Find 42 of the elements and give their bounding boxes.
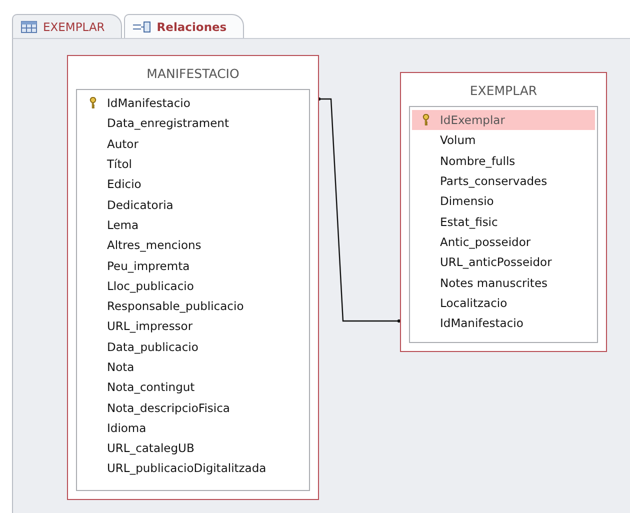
field-row[interactable]: URL_anticPosseidor bbox=[412, 252, 595, 272]
field-row[interactable]: Peu_impremta bbox=[79, 255, 307, 276]
field-row[interactable]: Dedicatoria bbox=[79, 194, 307, 215]
table-title: MANIFESTACIO bbox=[146, 65, 240, 83]
field-row[interactable]: Altres_mencions bbox=[79, 235, 307, 256]
tab-label: Relaciones bbox=[156, 20, 227, 34]
tab[interactable]: EXEMPLAR bbox=[12, 14, 122, 39]
field-row[interactable]: Estat_fisic bbox=[412, 211, 595, 232]
table-window[interactable] bbox=[67, 55, 319, 500]
field-row[interactable]: Idioma bbox=[79, 418, 307, 438]
field-row[interactable]: Nota_contingut bbox=[79, 377, 307, 398]
field-row[interactable]: Volum bbox=[412, 130, 595, 151]
relationships-icon bbox=[132, 21, 151, 33]
field-row[interactable]: Antic_posseidor bbox=[412, 232, 595, 252]
field-row[interactable]: Nota_descripcioFisica bbox=[79, 397, 307, 418]
field-row[interactable]: Autor bbox=[79, 134, 307, 154]
field-row[interactable]: URL_impressor bbox=[79, 316, 307, 337]
key-icon bbox=[422, 114, 430, 126]
field-row[interactable]: Data_publicacio bbox=[79, 336, 307, 357]
field-row[interactable]: URL_catalegUB bbox=[79, 438, 307, 458]
table-window[interactable]: EXEMPLAR IdExemplar Volum Nombre_fulls Parts_conservades Dimensio Estat_fisic Antic_posseidor URL_anticPosseidor Notes manuscrites Localitzacio IdManifestacio bbox=[400, 72, 607, 352]
field-row[interactable]: IdManifestacio bbox=[412, 312, 595, 334]
field-row[interactable]: IdManifestacio bbox=[79, 93, 307, 114]
field-row[interactable]: Responsable_publicacio bbox=[79, 296, 307, 316]
field-row[interactable]: Nota bbox=[79, 356, 307, 378]
field-row[interactable]: Nombre_fulls bbox=[412, 150, 595, 171]
field-row[interactable]: Localitzacio bbox=[412, 292, 595, 313]
tab[interactable]: Relaciones bbox=[124, 14, 244, 39]
field-row[interactable]: Notes manuscrites bbox=[412, 272, 595, 293]
table-icon bbox=[21, 21, 37, 33]
field-row[interactable]: Lloc_publicacio bbox=[79, 276, 307, 296]
field-row[interactable]: Lema bbox=[79, 214, 307, 236]
field-row[interactable]: URL_publicacioDigitalitzada bbox=[79, 458, 307, 479]
tab-label: EXEMPLAR bbox=[43, 20, 105, 34]
field-row[interactable]: Data_enregistrament bbox=[79, 113, 307, 134]
field-row[interactable]: Dimensio bbox=[412, 191, 595, 212]
field-row[interactable]: Edicio bbox=[79, 174, 307, 194]
table-title: EXEMPLAR bbox=[468, 82, 538, 100]
field-row[interactable]: Títol bbox=[79, 154, 307, 174]
key-icon bbox=[89, 97, 97, 109]
field-row[interactable]: Parts_conservades bbox=[412, 170, 595, 192]
field-row[interactable]: IdExemplar bbox=[412, 110, 595, 130]
